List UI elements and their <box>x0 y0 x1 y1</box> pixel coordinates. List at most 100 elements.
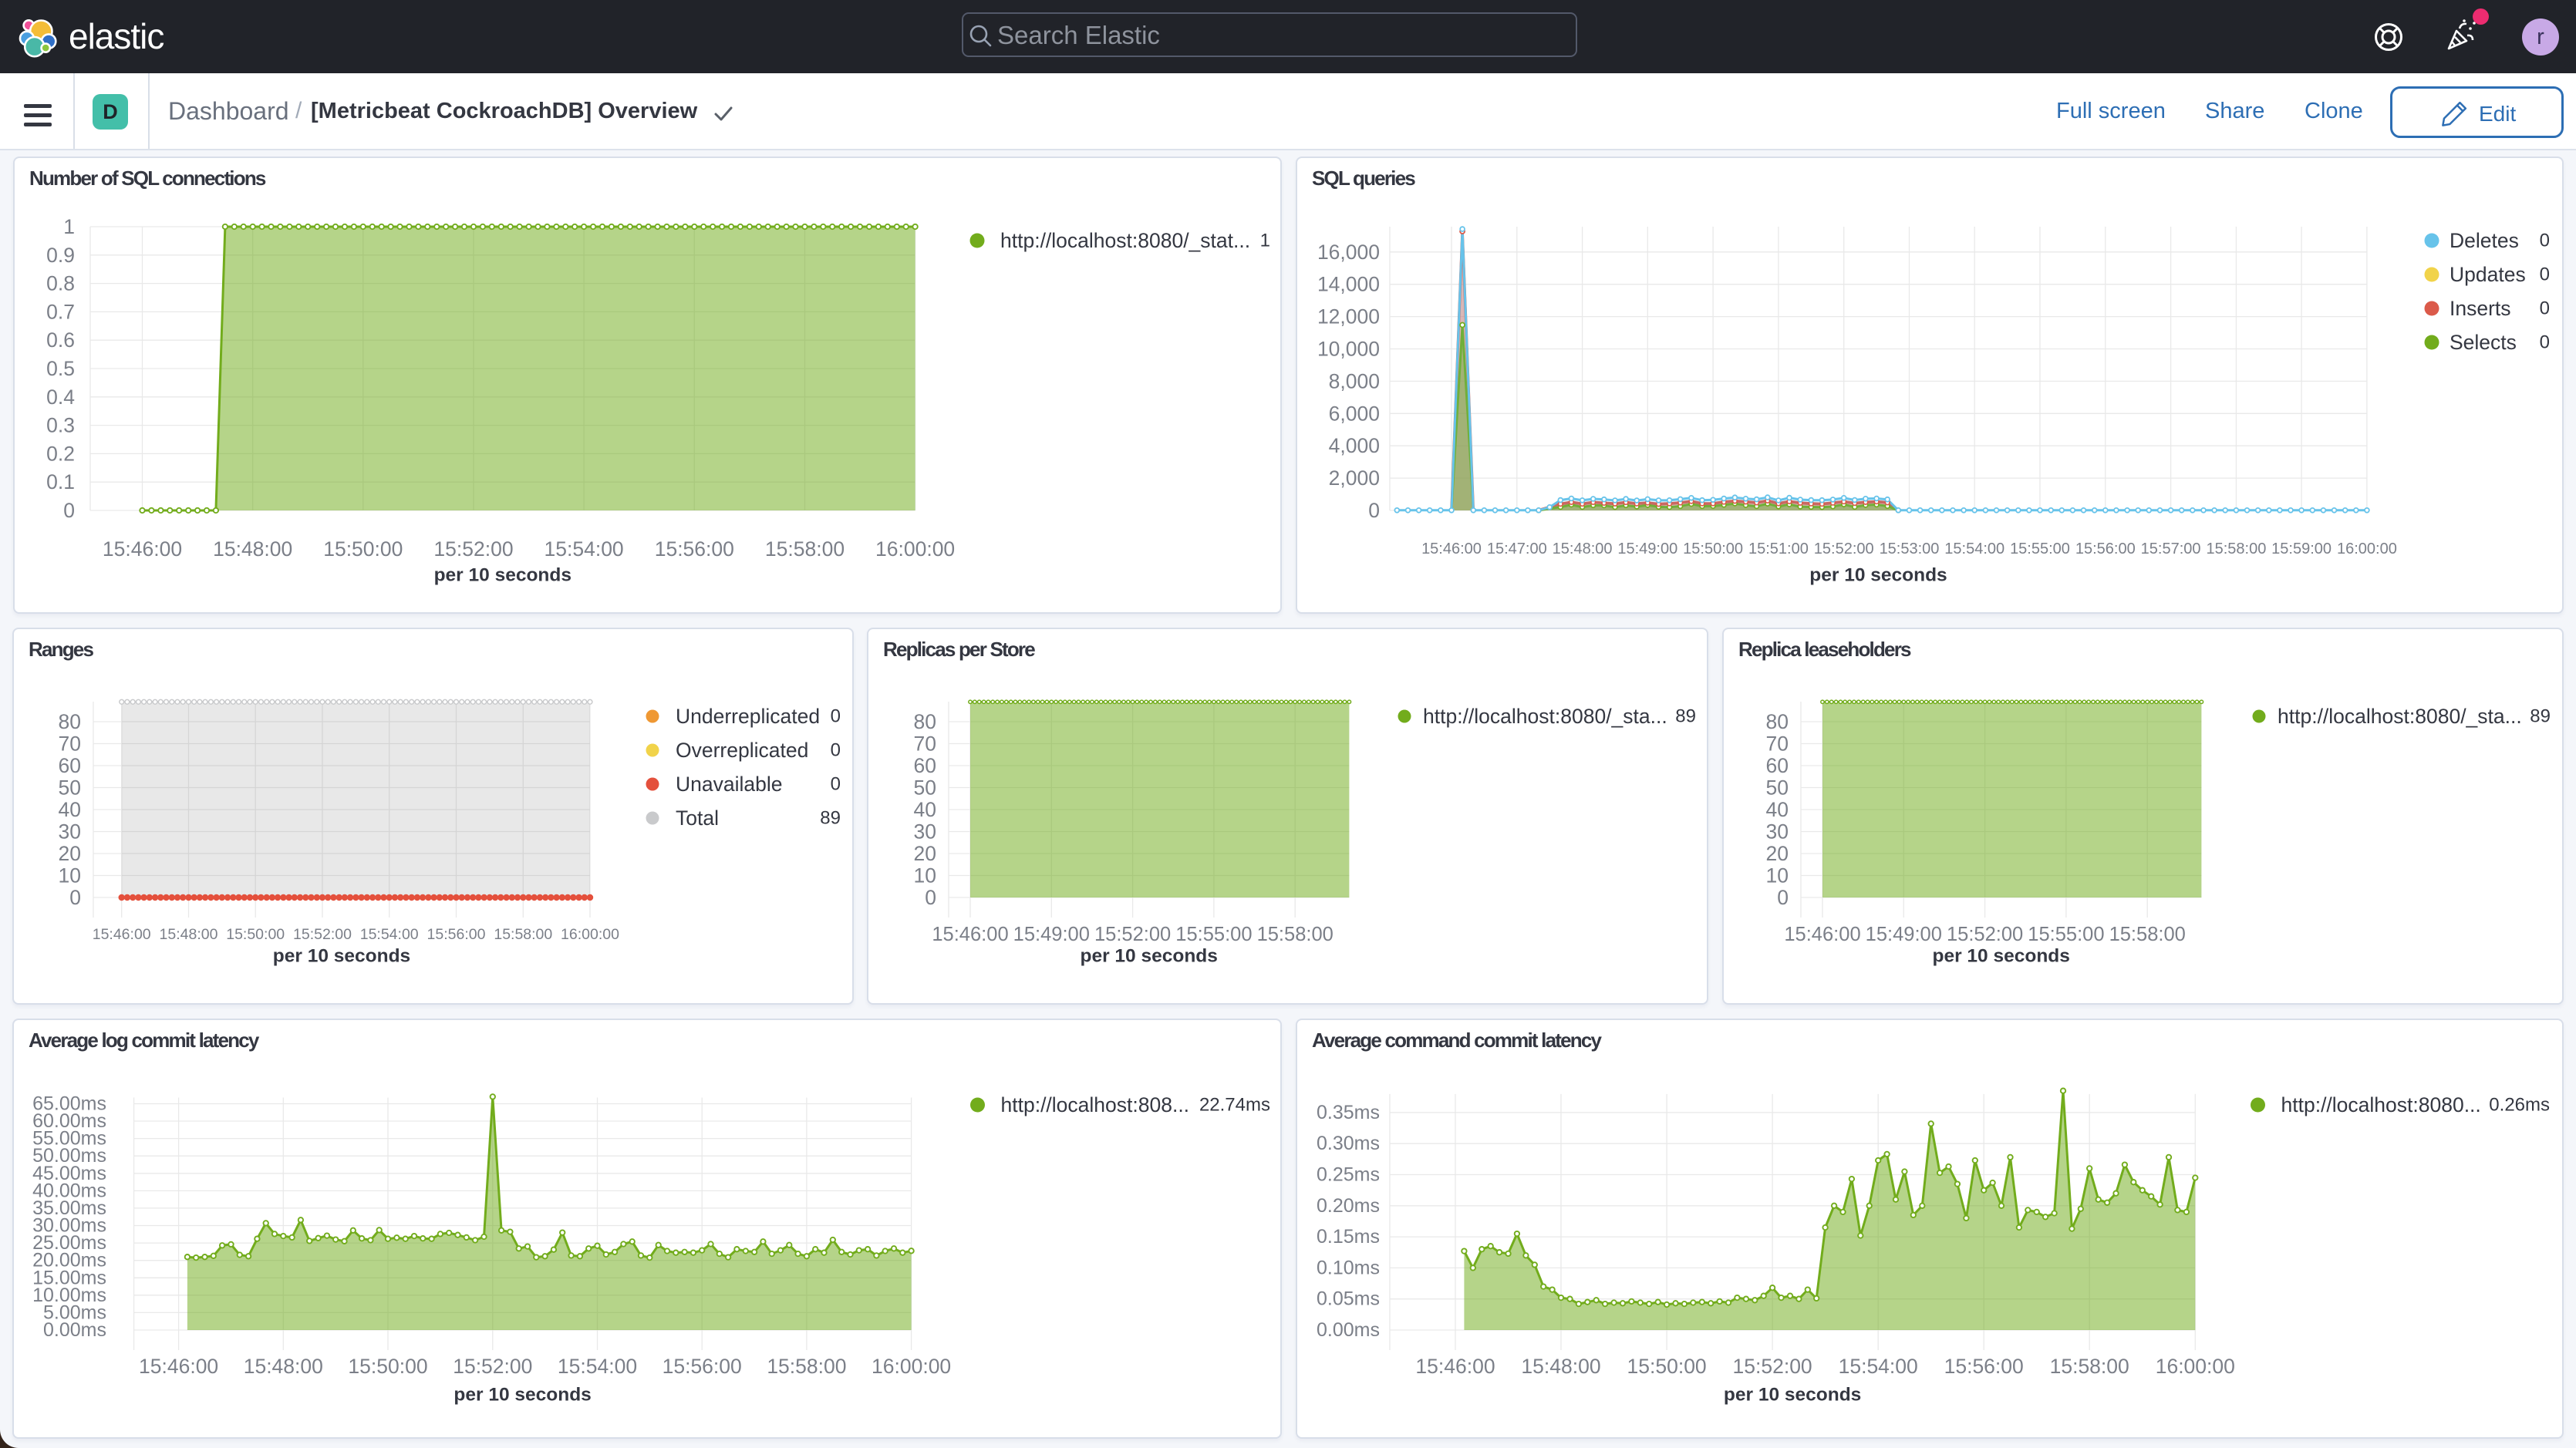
svg-text:0.8: 0.8 <box>46 272 75 295</box>
svg-text:per 10 seconds: per 10 seconds <box>1933 946 2070 967</box>
svg-text:89: 89 <box>820 808 841 829</box>
svg-text:16:00:00: 16:00:00 <box>875 537 955 561</box>
svg-text:Selects: Selects <box>2450 331 2517 354</box>
svg-text:per 10 seconds: per 10 seconds <box>273 946 410 967</box>
svg-text:1: 1 <box>1260 231 1270 251</box>
svg-text:15:55:00: 15:55:00 <box>1175 924 1252 945</box>
svg-text:Underreplicated: Underreplicated <box>676 705 820 728</box>
svg-text:0: 0 <box>925 886 936 909</box>
svg-text:60: 60 <box>914 754 936 777</box>
svg-text:Unavailable: Unavailable <box>676 773 782 796</box>
svg-text:15:56:00: 15:56:00 <box>2075 540 2136 557</box>
svg-text:50: 50 <box>59 776 81 800</box>
svg-text:15:52:00: 15:52:00 <box>1947 924 2023 945</box>
svg-text:0.2: 0.2 <box>46 442 75 465</box>
svg-text:http://localhost:8080/_sta...: http://localhost:8080/_sta... <box>2278 705 2522 728</box>
svg-text:15:54:00: 15:54:00 <box>545 537 624 561</box>
svg-text:0.3: 0.3 <box>46 414 75 437</box>
svg-text:60: 60 <box>59 754 81 777</box>
svg-text:15:56:00: 15:56:00 <box>655 537 734 561</box>
svg-text:0.6: 0.6 <box>46 328 75 352</box>
svg-text:89: 89 <box>1675 706 1696 727</box>
svg-text:15:56:00: 15:56:00 <box>427 926 486 943</box>
svg-text:15:46:00: 15:46:00 <box>1784 924 1860 945</box>
svg-text:per 10 seconds: per 10 seconds <box>434 565 572 586</box>
svg-text:Inserts: Inserts <box>2450 297 2511 320</box>
svg-text:0: 0 <box>2540 231 2550 251</box>
svg-text:40: 40 <box>1766 798 1789 821</box>
svg-text:per 10 seconds: per 10 seconds <box>1724 1385 1861 1406</box>
svg-text:Updates: Updates <box>2450 263 2526 286</box>
svg-text:15:58:00: 15:58:00 <box>2206 540 2266 557</box>
svg-text:15:49:00: 15:49:00 <box>1617 540 1677 557</box>
svg-text:0: 0 <box>831 740 841 761</box>
svg-text:15:54:00: 15:54:00 <box>1944 540 2004 557</box>
svg-text:15:53:00: 15:53:00 <box>1880 540 1940 557</box>
svg-text:http://localhost:8080...: http://localhost:8080... <box>2281 1093 2481 1116</box>
svg-text:0.20ms: 0.20ms <box>1317 1195 1380 1217</box>
svg-text:10,000: 10,000 <box>1317 338 1380 361</box>
svg-text:65.00ms: 65.00ms <box>32 1093 106 1115</box>
svg-text:0: 0 <box>63 499 75 522</box>
svg-text:15:50:00: 15:50:00 <box>1683 540 1743 557</box>
svg-text:0: 0 <box>2540 332 2550 353</box>
svg-text:2,000: 2,000 <box>1329 466 1380 490</box>
svg-text:Total: Total <box>676 807 719 830</box>
svg-text:15:55:00: 15:55:00 <box>2010 540 2070 557</box>
svg-text:16:00:00: 16:00:00 <box>561 926 619 943</box>
svg-text:50: 50 <box>914 776 936 800</box>
svg-text:0: 0 <box>1777 886 1789 909</box>
svg-text:15:49:00: 15:49:00 <box>1013 924 1090 945</box>
svg-text:15:46:00: 15:46:00 <box>139 1355 218 1378</box>
svg-text:15:46:00: 15:46:00 <box>103 537 182 561</box>
svg-text:0.1: 0.1 <box>46 470 75 493</box>
svg-text:0.7: 0.7 <box>46 300 75 323</box>
svg-text:30: 30 <box>1766 820 1789 844</box>
svg-text:14,000: 14,000 <box>1317 273 1380 296</box>
svg-text:15:50:00: 15:50:00 <box>226 926 285 943</box>
svg-text:30: 30 <box>59 820 81 844</box>
svg-text:per 10 seconds: per 10 seconds <box>1081 946 1218 967</box>
svg-text:0.4: 0.4 <box>46 386 75 409</box>
svg-text:60: 60 <box>1766 754 1789 777</box>
svg-text:15:52:00: 15:52:00 <box>1094 924 1171 945</box>
svg-text:http://localhost:808...: http://localhost:808... <box>1001 1093 1190 1116</box>
svg-text:http://localhost:8080/_sta...: http://localhost:8080/_sta... <box>1423 705 1667 728</box>
svg-text:15:51:00: 15:51:00 <box>1748 540 1809 557</box>
svg-text:30: 30 <box>914 820 936 844</box>
svg-text:8,000: 8,000 <box>1329 369 1380 392</box>
svg-text:16:00:00: 16:00:00 <box>2337 540 2397 557</box>
svg-text:15:48:00: 15:48:00 <box>213 537 292 561</box>
svg-text:80: 80 <box>914 710 936 733</box>
svg-text:15:59:00: 15:59:00 <box>2271 540 2332 557</box>
svg-text:70: 70 <box>1766 732 1789 756</box>
svg-text:20: 20 <box>1766 842 1789 865</box>
svg-text:20: 20 <box>59 842 81 865</box>
svg-text:15:52:00: 15:52:00 <box>453 1355 532 1378</box>
svg-text:0: 0 <box>1368 499 1380 522</box>
svg-text:80: 80 <box>1766 710 1789 733</box>
svg-text:0.05ms: 0.05ms <box>1317 1288 1380 1310</box>
svg-text:15:54:00: 15:54:00 <box>1839 1355 1918 1378</box>
svg-text:10: 10 <box>914 864 936 887</box>
svg-text:15:58:00: 15:58:00 <box>765 537 845 561</box>
svg-text:0: 0 <box>831 774 841 795</box>
svg-text:15:58:00: 15:58:00 <box>2050 1355 2129 1378</box>
svg-text:15:52:00: 15:52:00 <box>433 537 513 561</box>
svg-text:per 10 seconds: per 10 seconds <box>1809 565 1947 586</box>
svg-text:50: 50 <box>1766 776 1789 800</box>
svg-text:15:50:00: 15:50:00 <box>1627 1355 1707 1378</box>
svg-text:15:54:00: 15:54:00 <box>558 1355 637 1378</box>
svg-text:15:48:00: 15:48:00 <box>244 1355 323 1378</box>
svg-text:15:48:00: 15:48:00 <box>160 926 218 943</box>
svg-text:10: 10 <box>1766 864 1789 887</box>
svg-text:0.00ms: 0.00ms <box>1317 1319 1380 1341</box>
svg-text:15:58:00: 15:58:00 <box>494 926 552 943</box>
svg-text:http://localhost:8080/_stat...: http://localhost:8080/_stat... <box>1000 229 1250 252</box>
svg-text:15:56:00: 15:56:00 <box>1944 1355 2024 1378</box>
svg-text:70: 70 <box>914 732 936 756</box>
svg-text:16,000: 16,000 <box>1317 241 1380 264</box>
svg-text:0: 0 <box>831 706 841 727</box>
svg-text:89: 89 <box>2530 706 2551 727</box>
svg-text:15:58:00: 15:58:00 <box>767 1355 846 1378</box>
